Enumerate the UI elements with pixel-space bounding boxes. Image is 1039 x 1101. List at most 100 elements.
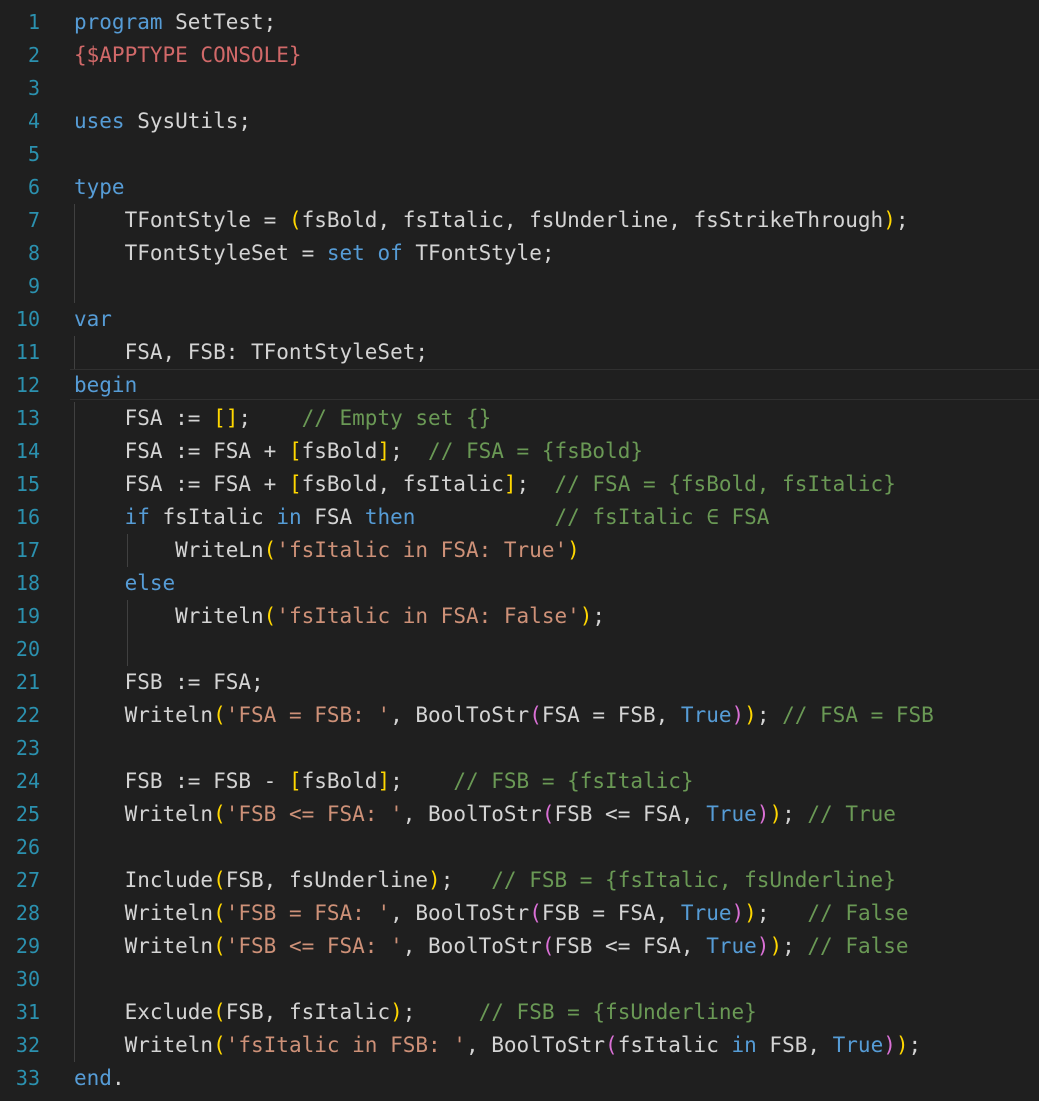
code-area[interactable]: program SetTest; {$APPTYPE CONSOLE} uses … [74,6,1039,1095]
code-token: ; [390,439,429,463]
code-line[interactable]: type [74,171,1039,204]
code-line[interactable] [74,270,1039,303]
code-token: Exclude [74,1000,214,1024]
code-token: ( [213,868,226,892]
code-token: ) [567,538,580,562]
code-token: {$APPTYPE CONSOLE} [74,43,302,67]
line-number: 9 [27,274,40,298]
code-line[interactable] [74,831,1039,864]
code-line[interactable] [74,633,1039,666]
code-line[interactable]: Include(FSB, fsUnderline); // FSB = {fsI… [74,864,1039,897]
code-line[interactable]: Writeln('fsItalic in FSA: False'); [74,600,1039,633]
code-line[interactable]: FSB := FSB - [fsBold]; // FSB = {fsItali… [74,765,1039,798]
code-line[interactable]: program SetTest; [74,6,1039,39]
code-token: ] [377,769,391,793]
code-token: in [731,1033,757,1057]
line-number: 19 [15,604,40,628]
line-number: 7 [27,208,40,232]
line-number: 13 [15,406,40,430]
code-line[interactable] [74,138,1039,171]
code-token: Writeln [74,703,214,727]
line-number: 24 [15,769,40,793]
code-token: ) [731,901,745,925]
code-token: Writeln [74,901,214,925]
code-line[interactable]: else [74,567,1039,600]
line-number: 20 [15,637,40,661]
code-token: , BoolToStr [402,802,542,826]
code-line[interactable]: Writeln('FSB = FSA: ', BoolToStr(FSB = F… [74,897,1039,930]
code-token: // FSB = {fsItalic, fsUnderline} [491,868,896,892]
code-token: ) [428,868,441,892]
line-number: 25 [15,802,40,826]
code-token: FSB := FSB - [74,769,289,793]
code-token: ) [579,604,593,628]
code-line[interactable] [74,963,1039,996]
line-number: 10 [15,307,40,331]
code-token: , BoolToStr [465,1033,606,1057]
code-token: FSB, [756,1033,833,1057]
code-line[interactable]: Writeln('fsItalic in FSB: ', BoolToStr(f… [74,1029,1039,1062]
code-token: ) [895,1033,909,1057]
code-token: else [124,571,176,595]
code-token: // FSA = FSB [782,703,934,727]
code-token: ( [529,703,542,727]
line-number: 33 [15,1066,40,1090]
code-token: ( [605,1033,618,1057]
code-token: 'fsItalic in FSB: ' [225,1033,466,1057]
code-token: program [74,10,163,34]
line-number: 26 [15,835,40,859]
code-line[interactable] [74,72,1039,105]
code-line[interactable]: if fsItalic in FSA then // fsItalic ∈ FS… [74,501,1039,534]
code-token: // Empty set {} [301,406,492,430]
code-token: WriteLn [74,538,264,562]
code-token: ( [213,1033,226,1057]
code-token: begin [74,373,138,397]
code-token: // FSB = {fsUnderline} [478,1000,757,1024]
code-line[interactable]: FSA, FSB: TFontStyleSet; [74,336,1039,369]
code-line[interactable]: end. [74,1062,1039,1095]
code-line[interactable]: TFontStyle = (fsBold, fsItalic, fsUnderl… [74,204,1039,237]
code-line[interactable]: FSA := []; // Empty set {} [74,402,1039,435]
code-line[interactable]: TFontStyleSet = set of TFontStyle; [74,237,1039,270]
code-line[interactable]: Exclude(FSB, fsItalic); // FSB = {fsUnde… [74,996,1039,1029]
code-line[interactable]: uses SysUtils; [74,105,1039,138]
code-token: // FSB = {fsItalic} [453,769,694,793]
code-line[interactable]: Writeln('FSB <= FSA: ', BoolToStr(FSB <=… [74,930,1039,963]
code-line[interactable]: var [74,303,1039,336]
code-token: // False [807,934,909,958]
code-token: // True [807,802,896,826]
code-line[interactable]: FSB := FSA; [74,666,1039,699]
code-token: ) [883,208,896,232]
code-token: Writeln [74,934,214,958]
line-number: 30 [15,967,40,991]
code-token: ) [769,934,783,958]
code-line[interactable]: WriteLn('fsItalic in FSA: True') [74,534,1039,567]
code-line[interactable]: {$APPTYPE CONSOLE} [74,39,1039,72]
code-token: ( [541,802,555,826]
code-token: var [74,307,112,331]
code-token: True [706,934,757,958]
code-token: ( [541,934,555,958]
code-token: ( [263,538,277,562]
code-token: , BoolToStr [402,934,542,958]
code-token: 'fsItalic in FSA: False' [276,604,580,628]
line-number: 27 [15,868,40,892]
code-line[interactable]: Writeln('FSB <= FSA: ', BoolToStr(FSB <=… [74,798,1039,831]
code-editor[interactable]: 1 2 3 4 5 6 7 8 9 10 11 12 13 14 15 16 17 18 19 20 21 22 23 24 2… [0,0,1039,1101]
code-token: ; [895,208,909,232]
line-number: 29 [15,934,40,958]
code-line[interactable] [74,732,1039,765]
code-line[interactable]: begin [74,369,1039,402]
code-token: , BoolToStr [390,703,530,727]
code-line[interactable]: FSA := FSA + [fsBold]; // FSA = {fsBold} [74,435,1039,468]
code-token: SysUtils; [124,109,252,133]
code-token: [ [288,472,302,496]
code-token: FSB, fsItalic [225,1000,391,1024]
code-line[interactable]: FSA := FSA + [fsBold, fsItalic]; // FSA … [74,468,1039,501]
code-token: FSA = FSB, [541,703,681,727]
code-token: ; [756,703,783,727]
code-line[interactable]: Writeln('FSA = FSB: ', BoolToStr(FSA = F… [74,699,1039,732]
line-number: 6 [27,175,40,199]
